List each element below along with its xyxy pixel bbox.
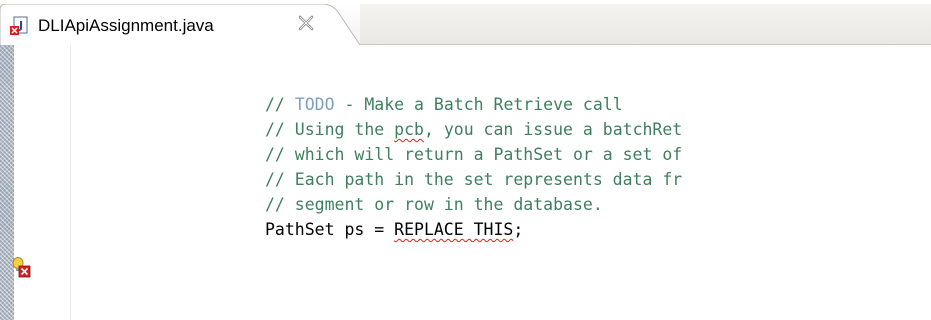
todo-tag: TODO bbox=[294, 95, 335, 114]
code-line: // segment or row in the database. bbox=[265, 192, 682, 217]
quickfix-error-icon[interactable] bbox=[10, 256, 32, 278]
compile-error-token[interactable]: REPLACE THIS bbox=[394, 220, 513, 239]
annotation-ruler[interactable] bbox=[0, 45, 14, 320]
code-line: // Using the pcb, you can issue a batchR… bbox=[265, 117, 682, 142]
editor-tab-bar: J DLIApiAssignment.java bbox=[0, 4, 931, 45]
code-line: // Each path in the set represents data … bbox=[265, 167, 682, 192]
comment-text: // Each path in the set represents data … bbox=[265, 170, 683, 189]
code-text: PathSet ps = bbox=[265, 220, 395, 239]
comment-text: // Using the bbox=[265, 120, 395, 139]
code-editor[interactable]: // TODO - Make a Batch Retrieve call // … bbox=[0, 45, 931, 320]
code-line: // TODO - Make a Batch Retrieve call bbox=[265, 92, 682, 117]
code-line: // which will return a PathSet or a set … bbox=[265, 142, 682, 167]
spelling-warning-word[interactable]: pcb bbox=[394, 120, 424, 139]
code-line-error: PathSet ps = REPLACE THIS; bbox=[265, 217, 682, 242]
comment-text: // segment or row in the database. bbox=[265, 195, 603, 214]
editor-tab[interactable]: J DLIApiAssignment.java bbox=[0, 4, 360, 45]
comment-text: , you can issue a batchRet bbox=[423, 120, 683, 139]
code-text: ; bbox=[513, 220, 524, 239]
comment-text: - Make a Batch Retrieve call bbox=[334, 95, 623, 114]
code-block[interactable]: // TODO - Make a Batch Retrieve call // … bbox=[265, 92, 682, 242]
java-file-error-icon: J bbox=[10, 16, 30, 36]
comment-text: // which will return a PathSet or a set … bbox=[265, 145, 683, 164]
indent-guide bbox=[70, 45, 71, 320]
close-icon[interactable] bbox=[297, 14, 315, 32]
comment-text: // bbox=[265, 95, 295, 114]
tab-title: DLIApiAssignment.java bbox=[38, 16, 214, 35]
